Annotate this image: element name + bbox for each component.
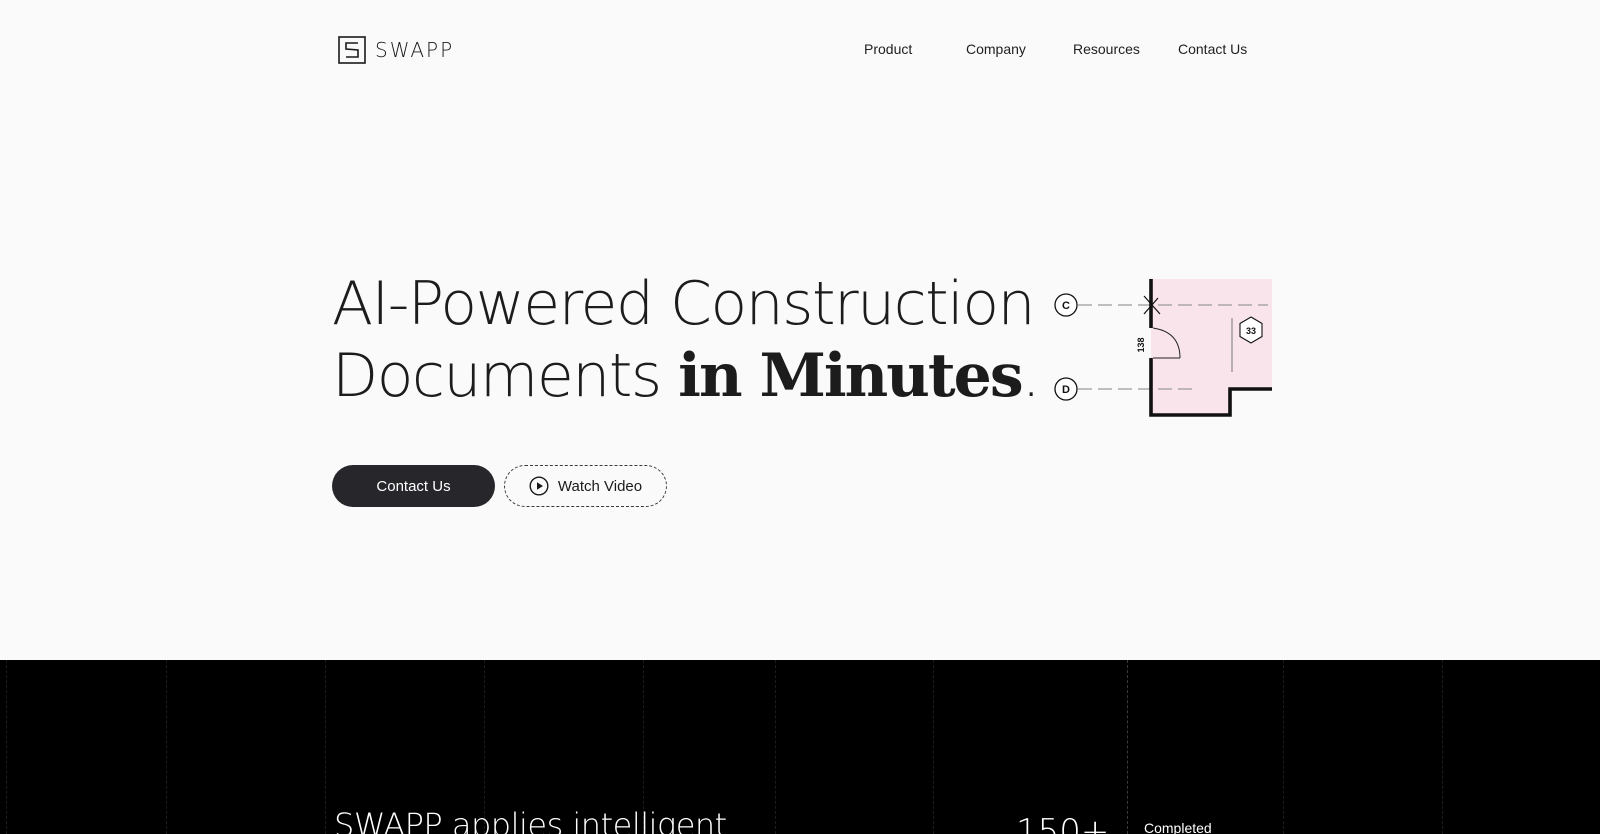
nav-contact-us[interactable]: Contact Us [1178,41,1247,57]
watch-video-button[interactable]: Watch Video [504,465,667,507]
hero-title-period: . [1021,341,1041,411]
nav-resources[interactable]: Resources [1073,41,1140,57]
decor-gridline [1283,660,1284,834]
decor-gridline [166,660,167,834]
grid-label-d: D [1062,384,1070,396]
section-headline: SWAPP applies intelligent [334,806,727,834]
nav-product[interactable]: Product [864,41,912,57]
contact-us-button[interactable]: Contact Us [332,465,495,507]
stat-value: 150+ [1016,812,1110,834]
stat-label: Completed [1144,820,1212,834]
watch-video-button-label: Watch Video [557,477,643,495]
decor-gridline [1127,660,1128,834]
main-nav: Product Company Resources Contact Us [0,41,1600,61]
hero-title-accent: in Minutes [678,341,1023,411]
decor-gridline [775,660,776,834]
grid-label-c: C [1062,300,1070,312]
hero-title: AI-Powered Construction Documents in Min… [332,268,1041,412]
decor-gridline [1442,660,1443,834]
hero-title-line1: AI-Powered Construction [332,269,1036,339]
room-number: 33 [1246,326,1256,336]
dark-stats-section: SWAPP applies intelligent 150+ Completed [0,660,1600,834]
contact-us-button-label: Contact Us [376,477,451,495]
hero-title-line2: Documents in Minutes. [332,340,1041,412]
hero-title-line2-prefix: Documents [332,341,679,411]
decor-gridline [933,660,934,834]
decor-gridline [6,660,7,834]
nav-company[interactable]: Company [966,41,1026,57]
floorplan-illustration: C D 138 33 [1054,279,1274,420]
dimension-label: 138 [1136,337,1146,352]
site-header: SWAPP Product Company Resources Contact … [0,0,1600,100]
decor-gridline [325,660,326,834]
play-circle-icon [529,476,549,496]
